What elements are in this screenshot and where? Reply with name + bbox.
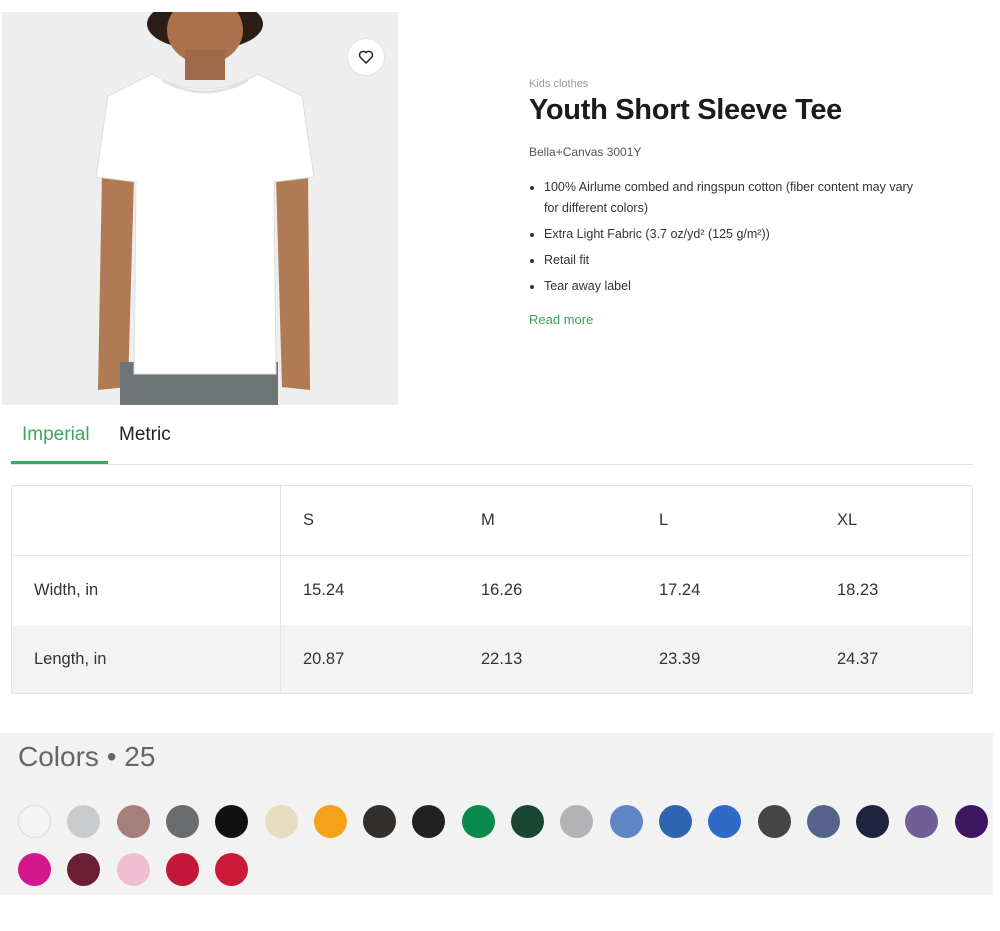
table-cell: 15.24 (280, 555, 481, 625)
color-swatch[interactable] (18, 853, 51, 886)
table-header-row: S M L XL (11, 485, 973, 556)
tab-imperial[interactable]: Imperial (22, 424, 108, 458)
color-swatch[interactable] (609, 805, 643, 838)
table-header-cell (11, 485, 281, 556)
color-swatch[interactable] (560, 805, 594, 838)
active-tab-indicator (11, 461, 108, 464)
color-swatch[interactable] (165, 853, 199, 886)
color-swatch[interactable] (215, 853, 249, 886)
favorite-button[interactable] (348, 39, 384, 75)
row-label: Width, in (11, 555, 281, 625)
color-swatch[interactable] (18, 805, 51, 838)
table-cell: 23.39 (659, 625, 837, 694)
table-cell: 17.24 (659, 555, 837, 625)
color-swatch[interactable] (67, 805, 101, 838)
feature-item: Extra Light Fabric (3.7 oz/yd² (125 g/m²… (544, 224, 929, 245)
color-swatch[interactable] (658, 805, 692, 838)
feature-list: 100% Airlume combed and ringspun cotton … (529, 177, 929, 297)
color-swatch[interactable] (856, 805, 890, 838)
color-swatch[interactable] (116, 805, 150, 838)
table-header-cell: S (303, 511, 315, 529)
table-row: Width, in 15.24 16.26 17.24 18.23 (11, 555, 973, 625)
table-cell: 16.26 (481, 555, 659, 625)
product-image (2, 12, 398, 405)
colors-panel: Colors • 25 (0, 733, 993, 895)
unit-tabs: Imperial Metric (11, 418, 973, 465)
table-cell: 24.37 (837, 625, 973, 694)
read-more-link[interactable]: Read more (529, 312, 593, 327)
table-cell: 20.87 (280, 625, 481, 694)
size-table: S M L XL Width, in 15.24 16.26 17.24 18.… (11, 485, 973, 694)
table-cell: 22.13 (481, 625, 659, 694)
colors-heading: Colors • 25 (18, 741, 156, 772)
feature-item: 100% Airlume combed and ringspun cotton … (544, 177, 929, 219)
row-label: Length, in (11, 625, 281, 694)
color-swatch[interactable] (264, 805, 298, 838)
color-swatch[interactable] (905, 805, 939, 838)
color-swatch[interactable] (412, 805, 446, 838)
product-category: Kids clothes (529, 78, 589, 90)
color-swatch[interactable] (116, 853, 150, 886)
color-swatch[interactable] (165, 805, 199, 838)
feature-item: Tear away label (544, 276, 929, 297)
table-header-cell: L (659, 511, 669, 529)
product-model: Bella+Canvas 3001Y (529, 145, 642, 159)
table-header-cell: XL (837, 511, 858, 529)
color-swatch[interactable] (757, 805, 791, 838)
color-swatch[interactable] (363, 805, 397, 838)
table-cell: 18.23 (837, 555, 973, 625)
table-row: Length, in 20.87 22.13 23.39 24.37 (11, 625, 973, 694)
heart-icon (358, 50, 374, 64)
product-info: Kids clothes Youth Short Sleeve Tee Bell… (529, 78, 929, 329)
product-photo (2, 12, 398, 405)
tab-metric[interactable]: Metric (119, 424, 171, 458)
feature-item: Retail fit (544, 250, 929, 271)
color-swatch[interactable] (461, 805, 495, 838)
product-title: Youth Short Sleeve Tee (529, 94, 843, 126)
color-swatch[interactable] (806, 805, 840, 838)
color-swatch[interactable] (511, 805, 544, 838)
table-header-cell: M (481, 511, 495, 529)
color-swatch[interactable] (313, 805, 347, 838)
color-swatch[interactable] (708, 805, 742, 838)
color-swatch[interactable] (67, 853, 101, 886)
color-swatch[interactable] (954, 805, 988, 838)
color-swatch[interactable] (215, 805, 249, 838)
